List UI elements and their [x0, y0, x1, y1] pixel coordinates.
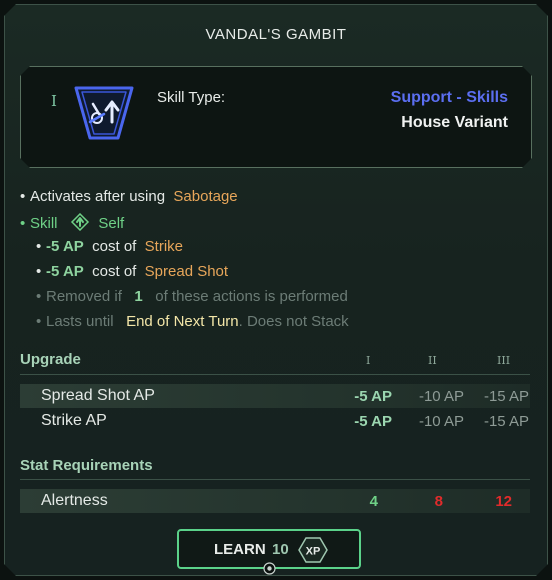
tier-header-2: II [428, 354, 437, 367]
tier-header-1: I [366, 354, 371, 367]
effect-cost-spread-shot: • -5 AP cost of Spread Shot [36, 263, 229, 280]
stat-requirements-label: Stat Requirements [20, 457, 153, 474]
upgrade-row-spread-shot: Spread Shot AP [41, 387, 155, 404]
skill-type-label: Skill Type: [157, 89, 226, 106]
effect-activates: • Activates after using Sabotage [20, 188, 238, 205]
upgrade-value: -5 AP [354, 413, 392, 430]
upgrade-divider [20, 374, 530, 375]
effect-removed-condition: • Removed if 1 of these actions is perfor… [36, 288, 348, 305]
requirement-value: 4 [369, 493, 378, 510]
upgrade-row-strike: Strike AP [41, 412, 107, 429]
self-target-arrow-icon [70, 212, 90, 232]
upgrade-value: -15 AP [483, 388, 529, 405]
controller-button-icon [263, 562, 276, 575]
tier-header-3: III [497, 354, 511, 367]
activating-skill-link: Sabotage [173, 188, 238, 205]
skill-title: VANDAL'S GAMBIT [205, 26, 347, 43]
learn-button-label: LEARN [214, 541, 266, 558]
effect-cost-strike: • -5 AP cost of Strike [36, 238, 184, 255]
upgrade-value: -15 AP [483, 413, 529, 430]
effect-target: • Skill Self [20, 212, 125, 232]
skill-category: Support - Skills [390, 89, 508, 106]
skill-variant: House Variant [401, 114, 508, 131]
upgrade-value: -5 AP [354, 388, 392, 405]
upgrade-section-label: Upgrade [20, 351, 81, 368]
requirements-divider [20, 479, 530, 480]
upgrade-value: -10 AP [418, 388, 464, 405]
xp-icon: XP [298, 537, 328, 563]
skill-tier: I [51, 92, 57, 110]
requirement-value: 8 [434, 493, 443, 510]
requirement-row-alertness: Alertness [41, 492, 108, 509]
effect-duration: • Lasts until End of Next Turn. Does not … [36, 313, 349, 330]
xp-icon-label: XP [306, 546, 321, 558]
sabotage-gear-arrow-icon [74, 86, 134, 140]
upgrade-value: -10 AP [418, 413, 464, 430]
requirement-value: 12 [495, 493, 512, 510]
learn-cost: 10 [272, 541, 289, 558]
